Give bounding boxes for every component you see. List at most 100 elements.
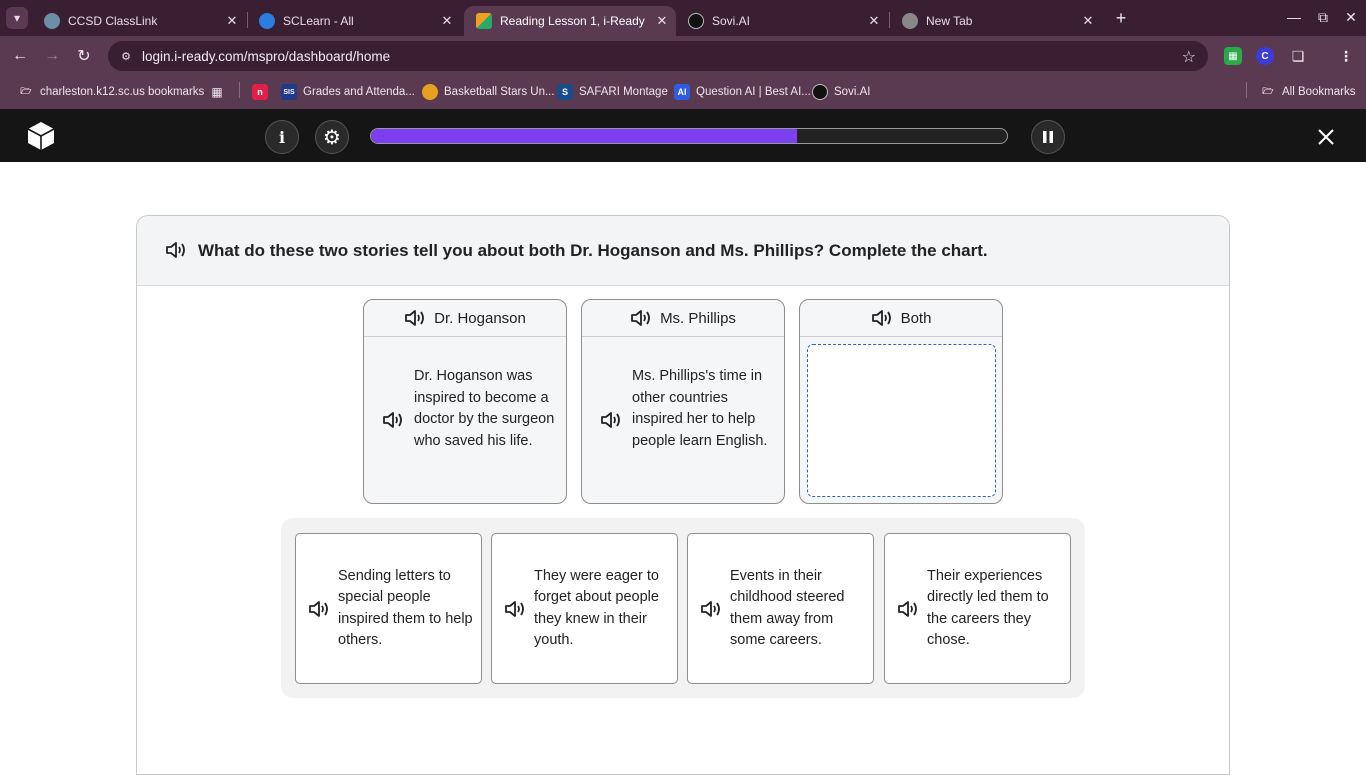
address-bar[interactable]: ⚙ login.i-ready.com/mspro/dashboard/home… <box>108 41 1208 71</box>
forward-button[interactable]: → <box>42 46 62 66</box>
speaker-icon[interactable] <box>165 240 187 260</box>
close-icon[interactable]: ✕ <box>439 13 455 29</box>
bookmark-apps[interactable]: ▦ <box>209 82 231 102</box>
answer-choice-text: Events in their childhood steered them a… <box>730 567 845 649</box>
ai-logo-icon: AI <box>674 84 690 100</box>
extensions-puzzle-icon[interactable]: ❏ <box>1289 47 1307 65</box>
info-button[interactable]: i <box>265 120 299 154</box>
column-header-label: Dr. Hoganson <box>434 309 526 327</box>
restore-button[interactable]: ⧉ <box>1314 8 1332 26</box>
speaker-icon[interactable] <box>404 308 426 328</box>
new-tab-button[interactable]: + <box>1111 8 1131 28</box>
answer-choice-3[interactable]: Events in their childhood steered them a… <box>687 533 874 684</box>
reload-button[interactable]: ↻ <box>74 46 94 66</box>
arrow-right-icon: → <box>44 47 60 64</box>
window-close-button[interactable]: ✕ <box>1342 8 1360 26</box>
bookmark-basketball[interactable]: Basketball Stars Un... <box>422 82 555 102</box>
bookmark-safari-montage[interactable]: S SAFARI Montage <box>557 82 668 102</box>
answer-drop-zone[interactable] <box>807 344 996 497</box>
close-icon <box>1318 129 1334 145</box>
tab-title: Sovi.AI <box>712 14 751 28</box>
folder-icon: 🗁 <box>20 86 32 96</box>
column-header: Ms. Phillips <box>582 300 784 337</box>
column-card: Dr. Hoganson was inspired to become a do… <box>382 366 562 452</box>
extension-sheets-icon[interactable]: ▦ <box>1224 47 1242 65</box>
bookmark-grades[interactable]: SIS Grades and Attenda... <box>281 82 415 102</box>
tab-search-button[interactable]: ▾ <box>6 7 28 29</box>
speaker-icon[interactable] <box>871 308 893 328</box>
tab-title: Reading Lesson 1, i-Ready <box>500 14 645 28</box>
sis-logo-icon: SIS <box>281 84 297 100</box>
chart-column-ms-phillips: Ms. Phillips Ms. Phillips's time in othe… <box>581 299 785 504</box>
lesson-progress-bar <box>370 128 1008 144</box>
settings-button[interactable]: ⚙ <box>315 120 349 154</box>
close-icon[interactable]: ✕ <box>654 13 670 29</box>
reload-icon: ↻ <box>77 48 91 65</box>
speaker-icon[interactable] <box>897 599 919 619</box>
tab-sclearn[interactable]: SCLearn - All ✕ <box>247 6 461 36</box>
bookmark-label: charleston.k12.sc.us bookmarks <box>40 86 205 98</box>
question-prompt: What do these two stories tell you about… <box>198 241 988 260</box>
progress-fill <box>371 129 798 143</box>
chart-column-both: Both <box>799 299 1003 504</box>
minimize-button[interactable]: — <box>1285 8 1303 26</box>
close-icon[interactable]: ✕ <box>866 13 882 29</box>
close-icon: ✕ <box>1345 8 1357 25</box>
answer-choice-4[interactable]: Their experiences directly led them to t… <box>884 533 1071 684</box>
sclearn-favicon-icon <box>259 13 275 29</box>
exit-lesson-button[interactable] <box>1314 125 1338 149</box>
close-icon[interactable]: ✕ <box>1080 13 1096 29</box>
bookmark-n[interactable]: n <box>252 82 274 102</box>
info-icon: i <box>278 127 286 147</box>
answer-choice-1[interactable]: Sending letters to special people inspir… <box>295 533 482 684</box>
arrow-left-icon: ← <box>12 47 28 64</box>
bookmark-charleston[interactable]: 🗁 charleston.k12.sc.us bookmarks <box>18 82 204 102</box>
gear-icon: ⚙ <box>323 126 341 149</box>
tab-new-tab[interactable]: New Tab ✕ <box>890 6 1102 36</box>
bookmark-label: Grades and Attenda... <box>303 86 415 98</box>
column-header-label: Both <box>900 309 932 327</box>
answer-choice-text: They were eager to forget about people t… <box>534 567 659 649</box>
url-text[interactable]: login.i-ready.com/mspro/dashboard/home <box>142 49 390 64</box>
tab-title: CCSD ClassLink <box>68 14 158 28</box>
chart-column-dr-hoganson: Dr. Hoganson Dr. Hoganson was inspired t… <box>363 299 567 504</box>
tab-sovi-ai[interactable]: Sovi.AI ✕ <box>676 6 888 36</box>
tab-reading-lesson[interactable]: Reading Lesson 1, i-Ready ✕ <box>464 6 676 36</box>
column-card-text: Dr. Hoganson was inspired to become a do… <box>414 368 555 449</box>
iready-favicon-icon <box>476 13 492 29</box>
tab-title: New Tab <box>926 14 973 28</box>
column-header-label: Ms. Phillips <box>660 309 736 327</box>
bookmark-label: Sovi.AI <box>834 86 871 98</box>
speaker-icon[interactable] <box>600 410 622 430</box>
bookmark-question-ai[interactable]: AI Question AI | Best AI... <box>674 82 811 102</box>
basketball-icon <box>422 84 438 100</box>
bookmark-sovi-ai[interactable]: Sovi.AI <box>812 82 870 102</box>
answer-choice-2[interactable]: They were eager to forget about people t… <box>491 533 678 684</box>
site-settings-icon[interactable]: ⚙ <box>118 48 134 64</box>
column-card-text: Ms. Phillips's time in other countries i… <box>632 368 768 449</box>
sovi-favicon-icon <box>688 13 704 29</box>
speaker-icon[interactable] <box>700 599 722 619</box>
bookmarks-bar: 🗁 charleston.k12.sc.us bookmarks ▦ n SIS… <box>0 76 1366 109</box>
tab-ccsd-classlink[interactable]: CCSD ClassLink ✕ <box>32 6 246 36</box>
column-card: Ms. Phillips's time in other countries i… <box>600 366 780 452</box>
star-icon[interactable]: ☆ <box>1182 47 1196 67</box>
close-icon[interactable]: ✕ <box>224 13 240 29</box>
speaker-icon[interactable] <box>630 308 652 328</box>
bookmark-label: All Bookmarks <box>1282 86 1356 98</box>
minimize-icon: — <box>1287 9 1301 25</box>
extension-c-icon[interactable]: C <box>1256 47 1274 65</box>
back-button[interactable]: ← <box>10 46 30 66</box>
gear-favicon-icon <box>44 13 60 29</box>
bookmark-all-bookmarks[interactable]: 🗁 All Bookmarks <box>1260 82 1356 102</box>
speaker-icon[interactable] <box>308 599 330 619</box>
speaker-icon[interactable] <box>504 599 526 619</box>
chrome-favicon-icon <box>902 13 918 29</box>
restore-icon: ⧉ <box>1318 8 1328 25</box>
answer-choice-text: Sending letters to special people inspir… <box>338 567 473 649</box>
answer-choice-text: Their experiences directly led them to t… <box>927 567 1049 649</box>
pause-icon <box>1043 131 1053 143</box>
speaker-icon[interactable] <box>382 410 404 430</box>
menu-kebab-icon[interactable]: ⋮ <box>1337 47 1355 65</box>
pause-button[interactable] <box>1031 120 1065 154</box>
